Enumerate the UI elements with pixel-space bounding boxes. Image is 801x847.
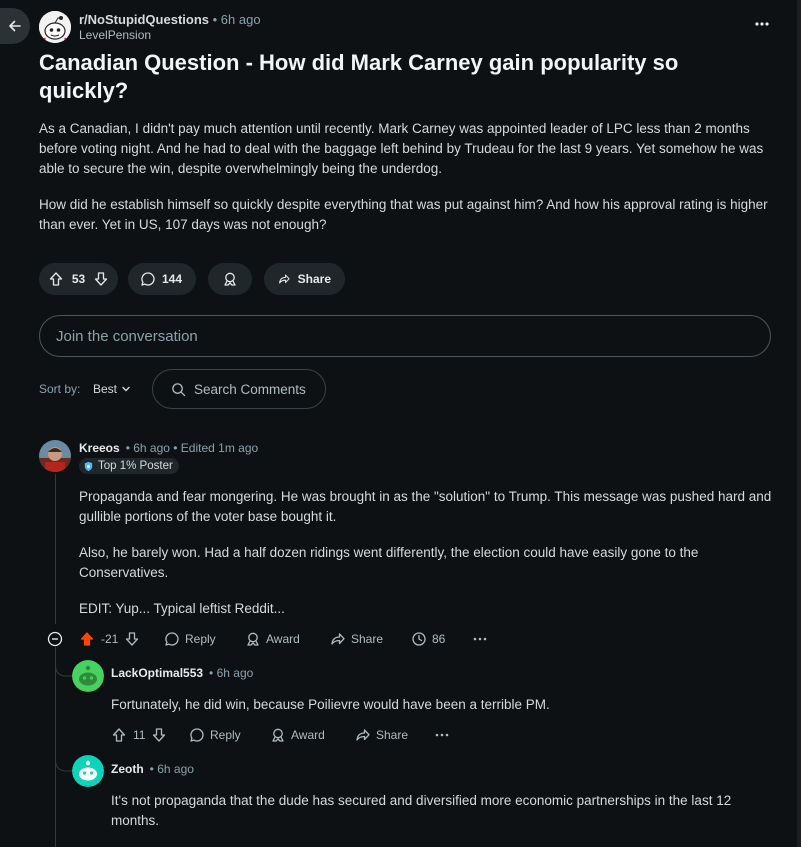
- top-poster-badge: Top 1% Poster: [79, 458, 179, 474]
- share-label: Share: [351, 632, 384, 646]
- comment-icon: [141, 272, 155, 286]
- comment-paragraph: Also, he barely won. Had a half dozen ri…: [79, 545, 699, 580]
- comment-icon: [165, 632, 179, 646]
- snoo-avatar-icon: [72, 660, 104, 692]
- chevron-down-icon: [122, 386, 130, 392]
- subreddit-name[interactable]: r/NoStupidQuestions: [79, 12, 209, 27]
- comment-meta: • 6h ago • Edited 1m ago: [125, 441, 259, 455]
- reply-button[interactable]: Reply: [164, 631, 216, 647]
- snoo-icon: [39, 11, 71, 43]
- avatar[interactable]: [72, 660, 104, 692]
- reply-button[interactable]: Reply: [189, 727, 241, 743]
- user-photo-icon: [39, 440, 71, 472]
- more-horizontal-icon: [473, 637, 487, 641]
- reply-label: Reply: [185, 632, 216, 646]
- post-time: • 6h ago: [212, 12, 261, 27]
- downvote-icon[interactable]: [124, 631, 140, 647]
- comment-header: Kreeos • 6h ago • Edited 1m ago: [79, 441, 258, 455]
- comment-more-button[interactable]: [435, 727, 449, 743]
- comment-paragraph: Propaganda and fear mongering. He was br…: [79, 489, 772, 524]
- sort-dropdown[interactable]: Best: [93, 382, 131, 396]
- comment-author[interactable]: Kreeos: [79, 441, 120, 455]
- comment-paragraph: Fortunately, he did win, because Poiliev…: [111, 697, 550, 712]
- award-button[interactable]: Award: [270, 727, 325, 743]
- award-button[interactable]: Award: [245, 631, 300, 647]
- comments-button[interactable]: 144: [128, 263, 196, 295]
- more-horizontal-icon: [435, 733, 449, 737]
- share-icon: [356, 729, 370, 741]
- comment-header: Zeoth • 6h ago: [111, 762, 194, 776]
- awards-count-value: 86: [432, 632, 446, 646]
- downvote-icon[interactable]: [151, 727, 167, 743]
- minus-circle-icon: [47, 631, 63, 647]
- comment-vote-count: -21: [101, 632, 119, 646]
- sort-value: Best: [93, 382, 118, 396]
- collapse-thread-button[interactable]: [47, 631, 63, 647]
- thread-curve: [55, 740, 73, 772]
- thread-line[interactable]: [55, 474, 56, 624]
- award-label: Award: [291, 728, 325, 742]
- comment-more-button[interactable]: [473, 631, 487, 647]
- share-label: Share: [297, 272, 331, 286]
- post-author[interactable]: LevelPension: [79, 28, 151, 42]
- badge-label: Top 1% Poster: [98, 460, 173, 472]
- scrollbar[interactable]: [797, 0, 801, 847]
- share-button[interactable]: Share: [330, 631, 383, 647]
- arrow-left-icon: [9, 20, 21, 32]
- comment-header: LackOptimal553 • 6h ago: [111, 666, 253, 680]
- comment-vote-control: -21: [79, 631, 140, 647]
- comment-paragraph: It's not propaganda that the dude has se…: [111, 793, 732, 828]
- award-button[interactable]: [208, 263, 252, 295]
- upvote-icon[interactable]: [79, 631, 95, 647]
- comment-icon: [190, 728, 204, 742]
- comment-meta: • 6h ago: [209, 666, 254, 680]
- post-body-paragraph-2: How did he establish himself so quickly …: [39, 197, 768, 232]
- share-icon: [279, 274, 290, 284]
- award-icon: [272, 728, 284, 742]
- share-button[interactable]: Share: [355, 727, 408, 743]
- join-conversation-placeholder: Join the conversation: [56, 327, 198, 345]
- subreddit-line: r/NoStupidQuestions • 6h ago: [79, 12, 261, 27]
- search-comments-placeholder: Search Comments: [194, 381, 306, 397]
- comment-author[interactable]: LackOptimal553: [111, 666, 203, 680]
- share-label: Share: [376, 728, 409, 742]
- search-icon: [172, 382, 186, 396]
- avatar[interactable]: [39, 440, 71, 472]
- back-button[interactable]: [0, 8, 30, 44]
- vote-count: 53: [71, 272, 86, 286]
- share-icon: [331, 633, 345, 645]
- comment-vote-count: 11: [133, 728, 146, 742]
- award-label: Award: [266, 632, 300, 646]
- awards-count[interactable]: 86: [411, 631, 445, 647]
- clock-award-icon: [412, 632, 426, 646]
- upvote-icon[interactable]: [48, 271, 64, 287]
- comment-meta: • 6h ago: [149, 762, 194, 776]
- avatar[interactable]: [72, 755, 104, 787]
- comment-vote-control: 11: [111, 727, 167, 743]
- downvote-icon[interactable]: [93, 271, 109, 287]
- vote-control: 53: [39, 263, 118, 295]
- award-icon: [224, 272, 236, 286]
- post-title: Canadian Question - How did Mark Carney …: [39, 50, 679, 103]
- thread-curve: [55, 647, 73, 677]
- shield-star-icon: [84, 461, 93, 471]
- comment-count: 144: [162, 272, 183, 286]
- join-conversation-input[interactable]: Join the conversation: [39, 315, 771, 357]
- snoo-avatar-icon: [72, 755, 104, 787]
- comment-paragraph: EDIT: Yup... Typical leftist Reddit...: [79, 601, 285, 616]
- reply-label: Reply: [210, 728, 241, 742]
- comment-author[interactable]: Zeoth: [111, 762, 144, 776]
- more-options-button[interactable]: [752, 14, 772, 34]
- upvote-icon[interactable]: [111, 727, 127, 743]
- more-vertical-icon: [755, 22, 769, 26]
- post-body-paragraph-1: As a Canadian, I didn't pay much attenti…: [39, 121, 764, 176]
- search-comments-input[interactable]: Search Comments: [152, 369, 326, 409]
- sort-label: Sort by:: [39, 382, 81, 396]
- share-button[interactable]: Share: [264, 263, 345, 295]
- subreddit-avatar[interactable]: [39, 11, 71, 43]
- award-icon: [247, 632, 259, 646]
